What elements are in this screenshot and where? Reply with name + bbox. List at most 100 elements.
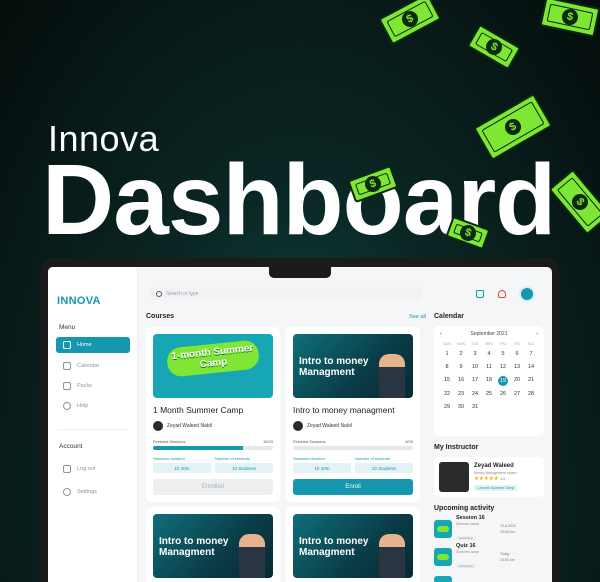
sidebar-item-home[interactable]: Home: [56, 337, 130, 353]
chevron-left-icon[interactable]: ‹: [440, 331, 442, 337]
menu-label: Menu: [59, 324, 76, 331]
home-icon: [63, 341, 71, 349]
sidebar-divider: [58, 429, 128, 430]
see-all-link[interactable]: See all: [409, 314, 426, 320]
calendar-day[interactable]: 11: [482, 363, 496, 372]
students-value: 10 Students: [355, 463, 413, 473]
calendar-day[interactable]: 3: [468, 350, 482, 359]
course-thumbnail: Intro to money Managment: [293, 514, 413, 578]
calendar-day[interactable]: 5: [496, 350, 510, 359]
activity-subtitle: Summer camp: [456, 521, 479, 526]
calendar-day[interactable]: 4: [482, 350, 496, 359]
calendar-grid: SUN MON TUE WED THU FRI SAT 1 2 3 4 5 6 7 8 9 10 11 12 13 14…: [440, 342, 538, 412]
calendar-day[interactable]: 10: [468, 363, 482, 372]
calendar-day[interactable]: 22: [440, 390, 454, 399]
packs-icon: [63, 382, 71, 390]
course-card[interactable]: Intro to money Managment Intro to money …: [286, 327, 420, 502]
students-value: 10 Students: [215, 463, 273, 473]
student-illustration: [239, 534, 265, 578]
calendar-day[interactable]: 6: [510, 350, 524, 359]
avatar[interactable]: [519, 286, 535, 302]
activity-time: 10:00 Am: [500, 558, 515, 562]
course-tutor: Zeyad Waleed Nabil: [153, 421, 273, 431]
search-icon: [156, 290, 162, 297]
enrolled-button[interactable]: Enrolled: [153, 479, 273, 495]
activity-time: 10:00 Am: [500, 530, 515, 534]
calendar-day[interactable]: 1: [440, 350, 454, 359]
instructor-photo: [439, 462, 469, 492]
calendar-day[interactable]: 25: [482, 390, 496, 399]
calendar-day[interactable]: 16: [454, 376, 468, 385]
activity-item[interactable]: Quiz 16 Summer camp Upcoming Today 10:00 Am: [434, 543, 544, 568]
progress-bar: [153, 446, 273, 450]
sidebar-item-packs[interactable]: Packs: [56, 378, 130, 394]
calendar-day[interactable]: 14: [524, 363, 538, 372]
laptop-frame: INNOVA Menu Home Calendar Packs Help Acc…: [40, 258, 560, 582]
calendar-day[interactable]: 29: [440, 403, 454, 412]
calendar-day[interactable]: 21: [524, 376, 538, 385]
course-card[interactable]: Intro to money Managment: [286, 507, 420, 582]
tutor-name: Zeyad Waleed Nabil: [167, 423, 212, 429]
enroll-button[interactable]: Enroll: [293, 479, 413, 495]
bell-icon[interactable]: [498, 290, 506, 298]
chevron-right-icon[interactable]: ›: [536, 331, 538, 337]
progress-value: 15/20: [262, 439, 273, 444]
calendar-day[interactable]: 8: [440, 363, 454, 372]
student-illustration: [379, 354, 405, 398]
sidebar-item-label: Help: [77, 403, 89, 409]
sidebar-item-logout[interactable]: Log out: [56, 461, 130, 477]
star-icons: ★★★★★: [474, 476, 499, 482]
courses-title: Courses: [146, 313, 175, 320]
calendar-day[interactable]: 12: [496, 363, 510, 372]
calendar-icon: [63, 362, 71, 370]
sidebar-item-calendar[interactable]: Calendar: [56, 358, 130, 374]
money-bill-icon: $: [466, 23, 522, 71]
settings-icon: [63, 488, 71, 496]
calendar-day[interactable]: 2: [454, 350, 468, 359]
calendar-day[interactable]: 17: [468, 376, 482, 385]
calendar-day[interactable]: 28: [524, 390, 538, 399]
calendar-day[interactable]: 20: [510, 376, 524, 385]
sidebar-item-settings[interactable]: Settings: [56, 484, 130, 500]
calendar-day[interactable]: 31: [468, 403, 482, 412]
app-logo[interactable]: INNOVA: [57, 295, 101, 307]
top-bar: Search or type: [138, 267, 552, 309]
students-label: Number of students: [355, 456, 390, 461]
calendar-day[interactable]: 27: [510, 390, 524, 399]
sidebar-item-label: Settings: [77, 489, 97, 495]
rating-value: 4.6: [500, 477, 506, 481]
calendar-day[interactable]: 23: [454, 390, 468, 399]
progress-row: Finished Sessions 15/20: [153, 439, 273, 444]
progress-label: Finished Sessions: [293, 439, 326, 444]
calendar-month: September 2021: [470, 331, 508, 337]
weekday-label: MON: [456, 342, 466, 346]
calendar-day-selected[interactable]: 19: [498, 376, 508, 386]
calendar-day[interactable]: 24: [468, 390, 482, 399]
calendar-day[interactable]: 7: [524, 350, 538, 359]
activity-item[interactable]: HW 1610-8-2024: [434, 574, 544, 582]
calendar-day[interactable]: 9: [454, 363, 468, 372]
calendar-day[interactable]: 15: [440, 376, 454, 385]
instructor-card[interactable]: Zeyad Waleed Money Management expert ★★★…: [434, 457, 544, 497]
chat-icon[interactable]: [476, 290, 484, 298]
course-badge: 1-month Summer Camp: [165, 339, 261, 378]
activity-item[interactable]: Session 16 Summer camp Upcoming 10-8-2024 10…: [434, 515, 544, 540]
calendar-day[interactable]: 13: [510, 363, 524, 372]
course-card[interactable]: Intro to money Managment: [146, 507, 280, 582]
weekday-label: THU: [499, 342, 507, 346]
tutor-avatar: [293, 421, 303, 431]
calendar-day[interactable]: 30: [454, 403, 468, 412]
camera-notch: [269, 267, 331, 278]
weekday-label: SAT: [527, 342, 535, 346]
calendar-day[interactable]: 18: [482, 376, 496, 385]
help-icon: [63, 402, 71, 410]
activity-when: 10-8-2024 10:00 Am: [500, 523, 516, 535]
search-input[interactable]: Search or type: [150, 287, 422, 300]
activity-tag: Upcoming: [456, 563, 476, 568]
sidebar-item-help[interactable]: Help: [56, 398, 130, 414]
weekday-label: WED: [484, 342, 494, 346]
course-card[interactable]: 1-month Summer Camp 1 Month Summer Camp …: [146, 327, 280, 502]
sidebar-item-label: Home: [77, 342, 92, 348]
calendar-day[interactable]: 26: [496, 390, 510, 399]
activity-when: Today 10:00 Am: [500, 551, 515, 563]
